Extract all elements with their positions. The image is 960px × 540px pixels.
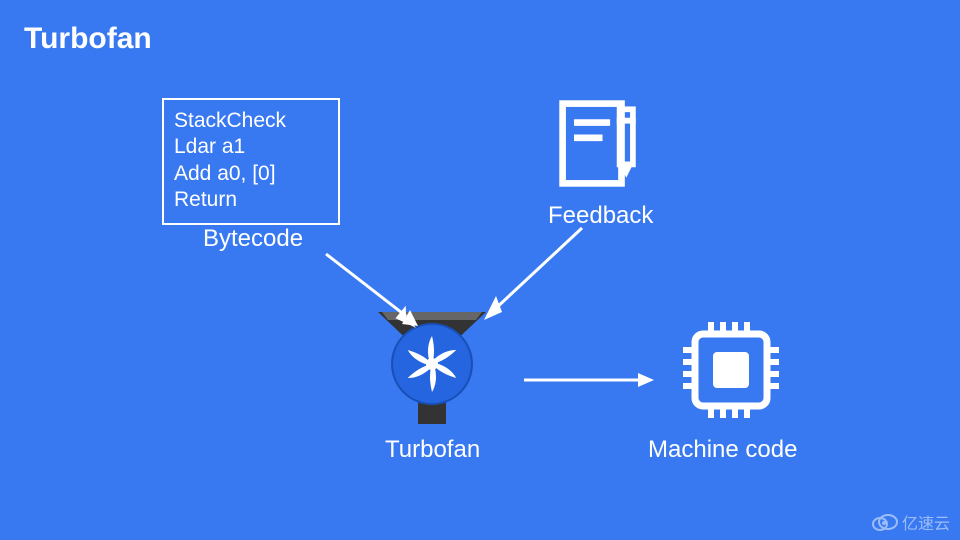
bytecode-box: StackCheck Ldar a1 Add a0, [0] Return bbox=[162, 98, 340, 225]
slide-title: Turbofan bbox=[24, 22, 152, 56]
feedback-icon bbox=[555, 96, 650, 196]
cpu-icon bbox=[679, 318, 783, 427]
bytecode-line: Add a0, [0] bbox=[174, 161, 328, 187]
arrow-turbofan-to-machine bbox=[520, 370, 660, 395]
bytecode-line: StackCheck bbox=[174, 108, 328, 134]
bytecode-line: Ldar a1 bbox=[174, 134, 328, 160]
watermark: 亿速云 bbox=[870, 510, 950, 534]
bytecode-label: Bytecode bbox=[203, 225, 303, 253]
machine-code-label: Machine code bbox=[648, 436, 797, 464]
turbofan-label: Turbofan bbox=[385, 436, 480, 464]
watermark-text: 亿速云 bbox=[902, 510, 950, 534]
arrow-bytecode-to-turbofan bbox=[320, 248, 430, 343]
bytecode-line: Return bbox=[174, 187, 328, 213]
arrow-feedback-to-turbofan bbox=[474, 222, 594, 337]
